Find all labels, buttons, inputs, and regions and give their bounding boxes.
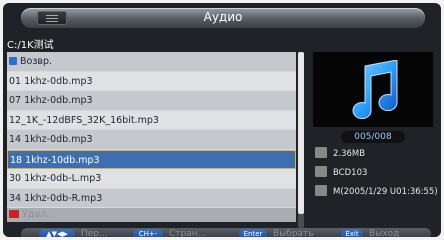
preview-panel <box>313 52 433 127</box>
back-label: Возвр. <box>20 56 53 67</box>
title-bar: Аудио <box>21 8 425 28</box>
nav-hint: Пер... <box>81 229 108 237</box>
page-key-icon: CH+- <box>133 229 163 237</box>
artist-info: BCD103 <box>315 165 439 181</box>
file-size: 2.36MB <box>333 149 366 159</box>
file-name: 14 1khz-0db.mp3 <box>9 134 93 145</box>
file-item[interactable]: 14 1khz-0db.mp3 <box>7 130 296 150</box>
page-hint: Стран... <box>169 229 207 237</box>
file-name: 07 1khz-0db.mp3 <box>9 95 93 106</box>
enter-hint: Выбрать <box>273 229 314 237</box>
file-item[interactable]: 30 1khz-0db-L.mp3 <box>7 169 296 189</box>
file-list: Возвр. 01 1khz-0db.mp3 07 1khz-0db.mp3 1… <box>7 52 296 228</box>
file-item[interactable]: 07 1khz-0db.mp3 <box>7 91 296 111</box>
file-name: 18 1khz-10db.mp3 <box>10 154 100 166</box>
delete-icon <box>9 210 19 218</box>
music-note-icon <box>352 60 398 120</box>
file-name: 34 1khz-0db-R.mp3 <box>9 192 103 204</box>
file-item[interactable]: 01 1khz-0db.mp3 <box>7 71 296 91</box>
exit-hint: Выход <box>369 229 400 237</box>
page-title: Аудио <box>203 10 243 24</box>
delete-label: Удал. <box>22 209 50 220</box>
modified: M(2005/1/29 U01:36:55) <box>333 187 438 197</box>
file-name: 12_1K_-12dBFS_32K_16bit.mp3 <box>9 114 159 126</box>
file-size-icon <box>315 147 327 158</box>
back-icon <box>9 57 17 65</box>
scroll-thumb[interactable] <box>298 52 304 214</box>
clock-icon <box>315 185 327 196</box>
file-item[interactable]: 12_1K_-12dBFS_32K_16bit.mp3 <box>7 110 296 130</box>
file-name: 01 1khz-0db.mp3 <box>9 75 93 87</box>
track-counter: 005/008 <box>341 131 405 143</box>
file-size-info: 2.36MB <box>315 146 439 162</box>
file-item[interactable]: 34 1khz-0db-R.mp3 <box>7 188 296 208</box>
scrollbar[interactable] <box>298 52 304 228</box>
exit-key-icon: Exit <box>341 229 363 237</box>
file-item-selected[interactable]: 18 1khz-10db.mp3 <box>7 149 296 169</box>
footer-bar: ▲▼◀▶ Пер... CH+- Стран... Enter Выбрать … <box>21 228 431 237</box>
artist-icon <box>315 166 327 177</box>
back-item[interactable]: Возвр. <box>7 52 296 72</box>
media-player-screen: Аудио C:/1K测试 Возвр. 01 1khz-0db.mp3 07 … <box>3 3 441 237</box>
modified-info: M(2005/1/29 U01:36:55) <box>315 184 439 200</box>
current-path: C:/1K测试 <box>7 40 54 51</box>
artist: BCD103 <box>333 168 368 178</box>
file-name: 30 1khz-0db-L.mp3 <box>9 173 102 184</box>
nav-key-icon: ▲▼◀▶ <box>39 229 75 237</box>
delete-button[interactable]: Удал. <box>7 208 296 222</box>
enter-key-icon: Enter <box>239 229 267 237</box>
